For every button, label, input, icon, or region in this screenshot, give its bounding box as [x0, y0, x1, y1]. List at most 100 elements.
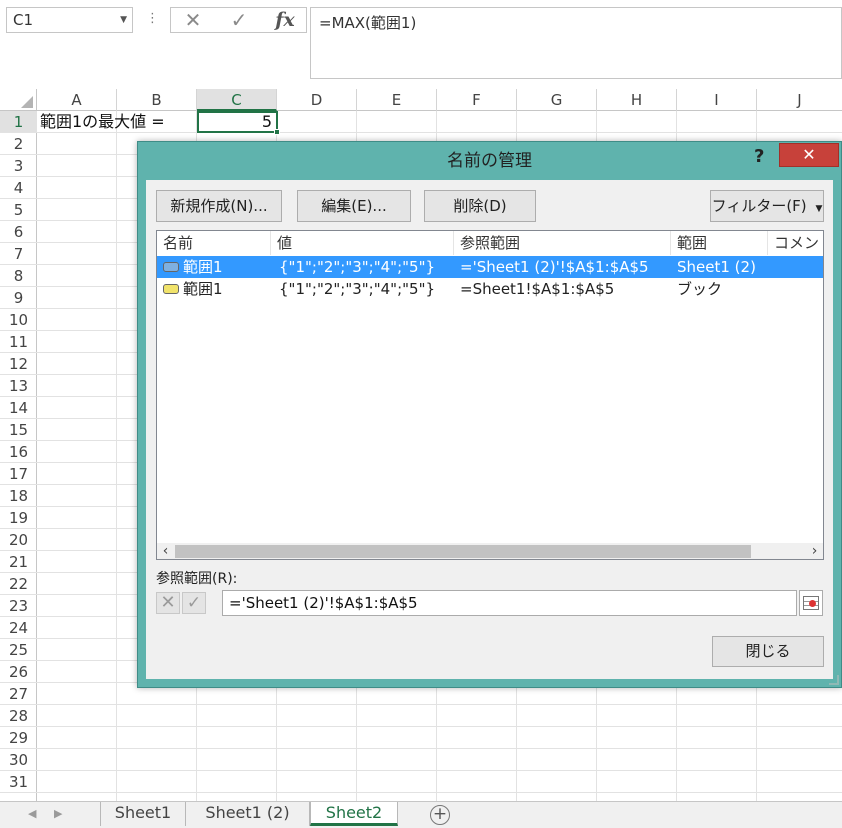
row-header-6[interactable]: 6: [0, 221, 37, 243]
row-header-29[interactable]: 29: [0, 727, 37, 749]
row-header-7[interactable]: 7: [0, 243, 37, 265]
row-header-16[interactable]: 16: [0, 441, 37, 463]
row-scope: ブック: [677, 280, 723, 298]
name-box[interactable]: C1 ▼: [6, 7, 133, 33]
row-name: 範囲1: [183, 258, 223, 276]
cell-c1[interactable]: 5: [197, 111, 280, 135]
row-header-20[interactable]: 20: [0, 529, 37, 551]
filter-button[interactable]: フィルター(F) ▼: [710, 190, 824, 222]
row-header-19[interactable]: 19: [0, 507, 37, 529]
help-icon[interactable]: ?: [754, 146, 764, 167]
sheet-tab-sheet1-2[interactable]: Sheet1 (2): [186, 802, 310, 826]
scroll-left-icon[interactable]: ‹: [157, 543, 174, 559]
row-header-3[interactable]: 3: [0, 155, 37, 177]
name-row[interactable]: 範囲1 {"1";"2";"3";"4";"5"} ='Sheet1 (2)'!…: [157, 256, 823, 278]
scroll-thumb[interactable]: [175, 545, 751, 558]
header-comment[interactable]: コメント: [768, 231, 823, 255]
column-header-a[interactable]: A: [37, 89, 117, 111]
column-header-f[interactable]: F: [437, 89, 517, 111]
header-refers-to[interactable]: 参照範囲: [454, 231, 671, 255]
row-header-9[interactable]: 9: [0, 287, 37, 309]
column-header-h[interactable]: H: [597, 89, 677, 111]
name-row[interactable]: 範囲1 {"1";"2";"3";"4";"5"} =Sheet1!$A$1:$…: [157, 278, 823, 300]
header-name[interactable]: 名前: [157, 231, 271, 255]
add-sheet-icon[interactable]: +: [430, 805, 450, 825]
column-header-b[interactable]: B: [117, 89, 197, 111]
formula-input[interactable]: =MAX(範囲1): [310, 7, 842, 79]
header-scope[interactable]: 範囲: [671, 231, 768, 255]
refers-to-input[interactable]: ='Sheet1 (2)'!$A$1:$A$5: [222, 590, 797, 616]
grid-column-line: [116, 111, 117, 801]
row-header-12[interactable]: 12: [0, 353, 37, 375]
cancel-icon[interactable]: ✕: [179, 9, 207, 31]
horizontal-scrollbar[interactable]: ‹ ›: [157, 543, 823, 559]
delete-name-button[interactable]: 削除(D): [424, 190, 536, 222]
row-header-26[interactable]: 26: [0, 661, 37, 683]
row-header-17[interactable]: 17: [0, 463, 37, 485]
row-header-2[interactable]: 2: [0, 133, 37, 155]
sheet-tab-sheet2[interactable]: Sheet2: [310, 802, 398, 826]
chevron-down-icon[interactable]: ▼: [120, 8, 127, 32]
names-list-header: 名前 値 参照範囲 範囲 コメント: [157, 231, 823, 255]
tab-scroll-left-icon[interactable]: ◀: [28, 807, 36, 820]
grid-row-line: [37, 770, 842, 771]
column-header-i[interactable]: I: [677, 89, 757, 111]
column-header-e[interactable]: E: [357, 89, 437, 111]
close-icon[interactable]: ✕: [779, 143, 839, 167]
grid-row-line: [37, 748, 842, 749]
resize-grip-icon[interactable]: [829, 675, 839, 685]
column-header-j[interactable]: J: [757, 89, 842, 111]
excel-window: C1 ▼ ⋮ ✕ ✓ fx =MAX(範囲1) A B C D E F G H …: [0, 0, 842, 828]
fill-handle[interactable]: [274, 129, 280, 135]
row-header-5[interactable]: 5: [0, 199, 37, 221]
row-header-15[interactable]: 15: [0, 419, 37, 441]
new-name-button[interactable]: 新規作成(N)...: [156, 190, 282, 222]
edit-name-button[interactable]: 編集(E)...: [297, 190, 411, 222]
row-header-13[interactable]: 13: [0, 375, 37, 397]
column-header-d[interactable]: D: [277, 89, 357, 111]
row-value: {"1";"2";"3";"4";"5"}: [279, 280, 436, 298]
names-list[interactable]: 名前 値 参照範囲 範囲 コメント 範囲1 {"1";"2";"3";"4";"…: [156, 230, 824, 560]
row-header-21[interactable]: 21: [0, 551, 37, 573]
row-header-28[interactable]: 28: [0, 705, 37, 727]
row-header-8[interactable]: 8: [0, 265, 37, 287]
cell-a1[interactable]: 範囲1の最大値 =: [40, 111, 165, 133]
header-value[interactable]: 値: [271, 231, 454, 255]
row-header-31[interactable]: 31: [0, 771, 37, 793]
confirm-edit-icon[interactable]: ✓: [182, 592, 206, 614]
row-header-22[interactable]: 22: [0, 573, 37, 595]
row-scope: Sheet1 (2): [677, 258, 756, 276]
row-value: {"1";"2";"3";"4";"5"}: [279, 258, 436, 276]
dialog-body: 新規作成(N)... 編集(E)... 削除(D) フィルター(F) ▼ 名前 …: [146, 180, 833, 679]
scroll-right-icon[interactable]: ›: [806, 543, 823, 559]
row-header-1[interactable]: 1: [0, 111, 37, 133]
sheet-tab-sheet1[interactable]: Sheet1: [100, 802, 186, 826]
column-header-g[interactable]: G: [517, 89, 597, 111]
dropdown-arrow-icon: ▼: [815, 204, 823, 214]
row-header-18[interactable]: 18: [0, 485, 37, 507]
row-header-14[interactable]: 14: [0, 397, 37, 419]
check-icon[interactable]: ✓: [225, 9, 253, 31]
row-header-25[interactable]: 25: [0, 639, 37, 661]
row-header-4[interactable]: 4: [0, 177, 37, 199]
cancel-edit-icon[interactable]: ✕: [156, 592, 180, 614]
row-header-30[interactable]: 30: [0, 749, 37, 771]
row-header-11[interactable]: 11: [0, 331, 37, 353]
sheet-scope-name-icon: [163, 262, 179, 272]
formula-buttons: ✕ ✓ fx: [170, 7, 307, 33]
row-header-23[interactable]: 23: [0, 595, 37, 617]
select-all-corner[interactable]: [0, 89, 37, 111]
column-header-c[interactable]: C: [197, 89, 277, 111]
filter-button-label: フィルター(F): [711, 197, 807, 215]
tab-scroll-right-icon[interactable]: ▶: [54, 807, 62, 820]
insert-function-icon[interactable]: fx: [271, 9, 299, 31]
row-header-27[interactable]: 27: [0, 683, 37, 705]
more-options-icon[interactable]: ⋮: [146, 11, 159, 26]
range-select-icon[interactable]: [799, 590, 823, 616]
close-dialog-button[interactable]: 閉じる: [712, 636, 824, 667]
dialog-title: 名前の管理: [447, 151, 532, 171]
row-header-24[interactable]: 24: [0, 617, 37, 639]
refers-to-label: 参照範囲(R):: [156, 571, 238, 587]
row-header-10[interactable]: 10: [0, 309, 37, 331]
row-refers-to: ='Sheet1 (2)'!$A$1:$A$5: [460, 258, 649, 276]
